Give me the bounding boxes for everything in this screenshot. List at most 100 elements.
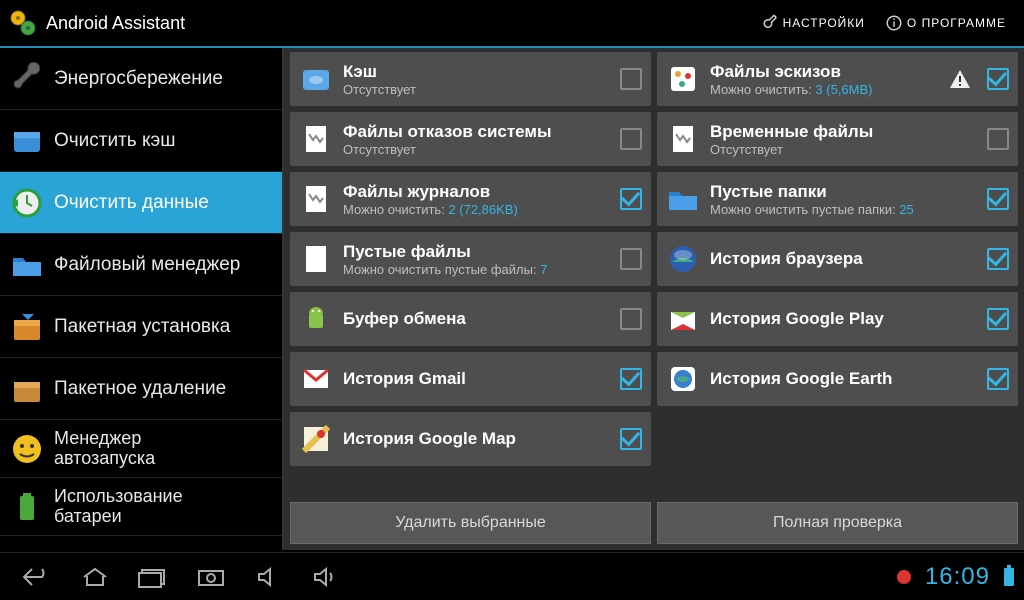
earth-icon — [666, 362, 700, 396]
card-checkbox[interactable] — [987, 248, 1009, 270]
cleanup-card[interactable]: Пустые папкиМожно очистить пустые папки:… — [657, 172, 1018, 226]
action-bar: Удалить выбранные Полная проверка — [284, 496, 1024, 550]
content-area: КэшОтсутствуетФайлы отказов системыОтсут… — [284, 48, 1024, 550]
card-checkbox[interactable] — [620, 308, 642, 330]
card-checkbox[interactable] — [987, 68, 1009, 90]
blank-icon — [299, 242, 333, 276]
nav-status: 16:09 — [897, 563, 1024, 591]
card-title: История Google Play — [710, 309, 977, 329]
column-right: Файлы эскизовМожно очистить: 3 (5,6MB) Вр… — [657, 52, 1018, 496]
sidebar-item-label: Менеджеравтозапуска — [54, 429, 155, 469]
card-checkbox[interactable] — [987, 368, 1009, 390]
full-check-button[interactable]: Полная проверка — [657, 502, 1018, 544]
android-nav-bar: 16:09 — [0, 552, 1024, 600]
card-title: Пустые файлы — [343, 242, 610, 262]
cleanup-card[interactable]: Файлы эскизовМожно очистить: 3 (5,6MB) — [657, 52, 1018, 106]
sidebar-item[interactable]: Очистить кэш — [0, 110, 282, 172]
card-checkbox[interactable] — [620, 368, 642, 390]
sidebar-item-label: Очистить данные — [54, 192, 209, 214]
app-logo-icon — [8, 8, 38, 38]
sidebar-item[interactable]: Очистить данные — [0, 172, 282, 234]
warning-icon — [949, 68, 971, 90]
card-title: История браузера — [710, 249, 977, 269]
card-subtitle: Можно очистить пустые файлы: 7 — [343, 262, 610, 277]
sidebar-item[interactable]: Менеджеравтозапуска — [0, 420, 282, 478]
recent-icon[interactable] — [138, 566, 168, 588]
cleanup-card[interactable]: История Google Earth — [657, 352, 1018, 406]
folder-blue-icon — [10, 248, 44, 282]
settings-button[interactable]: НАСТРОЙКИ — [751, 14, 875, 32]
card-title: Пустые папки — [710, 182, 977, 202]
face-icon — [10, 432, 44, 466]
sidebar-item[interactable]: Пакетная установка — [0, 296, 282, 358]
folder-icon — [666, 182, 700, 216]
card-subtitle: Можно очистить: 2 (72,86KB) — [343, 202, 610, 217]
battery-icon — [1004, 568, 1014, 586]
column-left: КэшОтсутствуетФайлы отказов системыОтсут… — [290, 52, 651, 496]
cleanup-card[interactable]: Пустые файлыМожно очистить пустые файлы:… — [290, 232, 651, 286]
card-checkbox[interactable] — [620, 68, 642, 90]
info-icon — [885, 14, 903, 32]
sidebar-item-label: Пакетная установка — [54, 316, 230, 338]
doc-icon — [666, 122, 700, 156]
card-checkbox[interactable] — [620, 428, 642, 450]
sidebar-item[interactable]: Энергосбережение — [0, 48, 282, 110]
cleanup-card[interactable]: Временные файлыОтсутствует — [657, 112, 1018, 166]
clock-green-icon — [10, 186, 44, 220]
recording-indicator-icon — [897, 570, 911, 584]
card-title: История Google Earth — [710, 369, 977, 389]
card-title: Файлы журналов — [343, 182, 610, 202]
volume-down-icon[interactable] — [254, 566, 284, 588]
sidebar-item[interactable]: Файловый менеджер — [0, 234, 282, 296]
card-title: Буфер обмена — [343, 309, 610, 329]
battery-icon — [10, 490, 44, 524]
card-title: История Google Map — [343, 429, 610, 449]
card-checkbox[interactable] — [620, 188, 642, 210]
top-bar: Android Assistant НАСТРОЙКИ О ПРОГРАММЕ — [0, 0, 1024, 48]
card-title: Файлы отказов системы — [343, 122, 610, 142]
android-icon — [299, 302, 333, 336]
cache-icon — [299, 62, 333, 96]
play-icon — [666, 302, 700, 336]
card-subtitle: Отсутствует — [343, 142, 610, 157]
volume-up-icon[interactable] — [312, 566, 342, 588]
sidebar: Энергосбережение Очистить кэш Очистить дан… — [0, 48, 284, 550]
cleanup-card[interactable]: История Gmail — [290, 352, 651, 406]
cleanup-card[interactable]: История Google Map — [290, 412, 651, 466]
cleanup-card[interactable]: КэшОтсутствует — [290, 52, 651, 106]
about-button[interactable]: О ПРОГРАММЕ — [875, 14, 1016, 32]
sidebar-item[interactable]: Пакетное удаление — [0, 358, 282, 420]
app-title: Android Assistant — [46, 13, 751, 34]
cleanup-card[interactable]: Буфер обмена — [290, 292, 651, 346]
card-checkbox[interactable] — [987, 308, 1009, 330]
cleanup-card[interactable]: История Google Play — [657, 292, 1018, 346]
card-title: Временные файлы — [710, 122, 977, 142]
card-subtitle: Отсутствует — [343, 82, 610, 97]
card-checkbox[interactable] — [987, 188, 1009, 210]
wrench-icon — [10, 62, 44, 96]
card-checkbox[interactable] — [620, 248, 642, 270]
sidebar-item-label: Файловый менеджер — [54, 254, 240, 276]
clock: 16:09 — [925, 563, 990, 591]
sidebar-item-label: Очистить кэш — [54, 130, 175, 152]
cleanup-card[interactable]: Файлы отказов системыОтсутствует — [290, 112, 651, 166]
card-title: Кэш — [343, 62, 610, 82]
sidebar-item[interactable]: Использованиебатареи — [0, 478, 282, 536]
main-area: Энергосбережение Очистить кэш Очистить дан… — [0, 48, 1024, 550]
card-checkbox[interactable] — [987, 128, 1009, 150]
screenshot-icon[interactable] — [196, 566, 226, 588]
card-subtitle: Можно очистить: 3 (5,6MB) — [710, 82, 939, 97]
sidebar-item-label: Пакетное удаление — [54, 378, 226, 400]
card-checkbox[interactable] — [620, 128, 642, 150]
box-blue-icon — [10, 124, 44, 158]
home-icon[interactable] — [80, 566, 110, 588]
card-subtitle: Можно очистить пустые папки: 25 — [710, 202, 977, 217]
back-icon[interactable] — [22, 566, 52, 588]
cleanup-card[interactable]: История браузера — [657, 232, 1018, 286]
card-subtitle: Отсутствует — [710, 142, 977, 157]
doc-icon — [299, 182, 333, 216]
card-title: История Gmail — [343, 369, 610, 389]
delete-selected-button[interactable]: Удалить выбранные — [290, 502, 651, 544]
cleanup-card[interactable]: Файлы журналовМожно очистить: 2 (72,86KB… — [290, 172, 651, 226]
about-label: О ПРОГРАММЕ — [907, 16, 1006, 30]
